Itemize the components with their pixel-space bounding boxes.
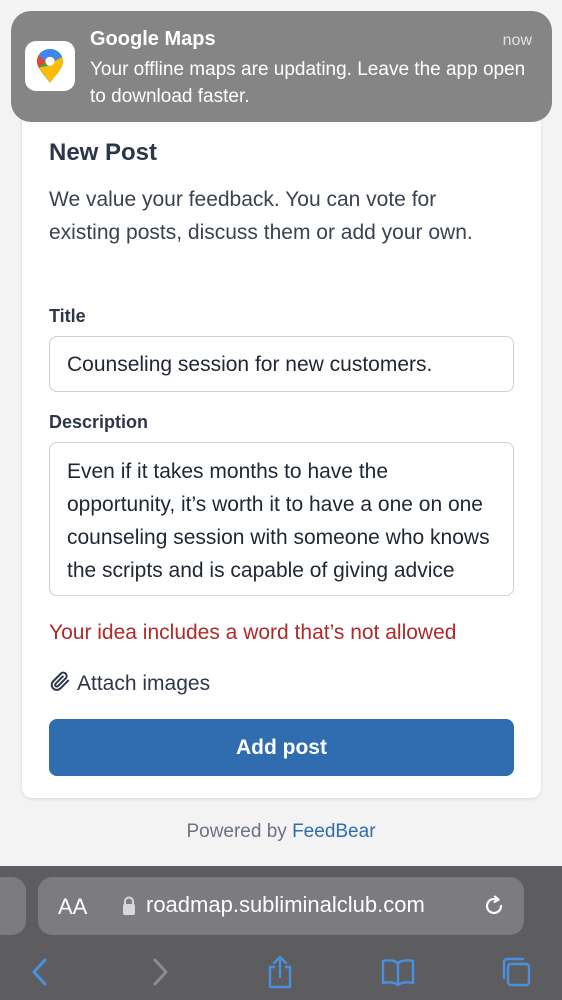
lock-icon [122, 896, 136, 921]
bookmarks-icon[interactable] [378, 952, 418, 992]
powered-by-text: Powered by [186, 821, 287, 842]
text-size-button[interactable]: AA [58, 894, 87, 920]
page-title: New Post [49, 139, 158, 166]
notification-message: Your offline maps are updating. Leave th… [90, 59, 526, 107]
feedbear-link[interactable]: FeedBear [292, 821, 375, 842]
reload-icon[interactable] [482, 893, 506, 924]
title-label: Title [49, 306, 86, 326]
text-size-label: AA [58, 894, 88, 919]
description-textarea[interactable]: Even if it takes months to have the oppo… [49, 442, 514, 596]
intro-text: We value your feedback. You can vote for… [49, 188, 473, 244]
notification-banner[interactable]: Google Maps now Your offline maps are up… [11, 11, 552, 122]
tabs-icon[interactable] [496, 952, 536, 992]
title-input[interactable]: Counseling session for new customers. [49, 336, 514, 392]
attach-images-button[interactable]: Attach images [49, 670, 210, 698]
error-message: Your idea includes a word that’s not all… [49, 621, 457, 644]
description-label: Description [49, 412, 149, 432]
back-icon[interactable] [20, 952, 60, 992]
url-text: roadmap.subliminalclub.com [146, 892, 425, 917]
attach-images-label: Attach images [77, 672, 211, 695]
powered-by: Powered by FeedBear [0, 821, 562, 843]
add-post-button[interactable]: Add post [49, 719, 514, 776]
forward-icon[interactable] [140, 952, 180, 992]
previous-tab-preview[interactable] [0, 877, 26, 935]
browser-toolbar: AA roadmap.subliminalclub.com [0, 866, 562, 1000]
google-maps-pin-icon [25, 41, 75, 91]
notification-app-name: Google Maps [90, 28, 216, 50]
share-icon[interactable] [260, 952, 300, 992]
address-bar[interactable]: AA roadmap.subliminalclub.com [38, 877, 524, 935]
paperclip-icon [49, 670, 71, 698]
notification-time: now [502, 32, 532, 49]
